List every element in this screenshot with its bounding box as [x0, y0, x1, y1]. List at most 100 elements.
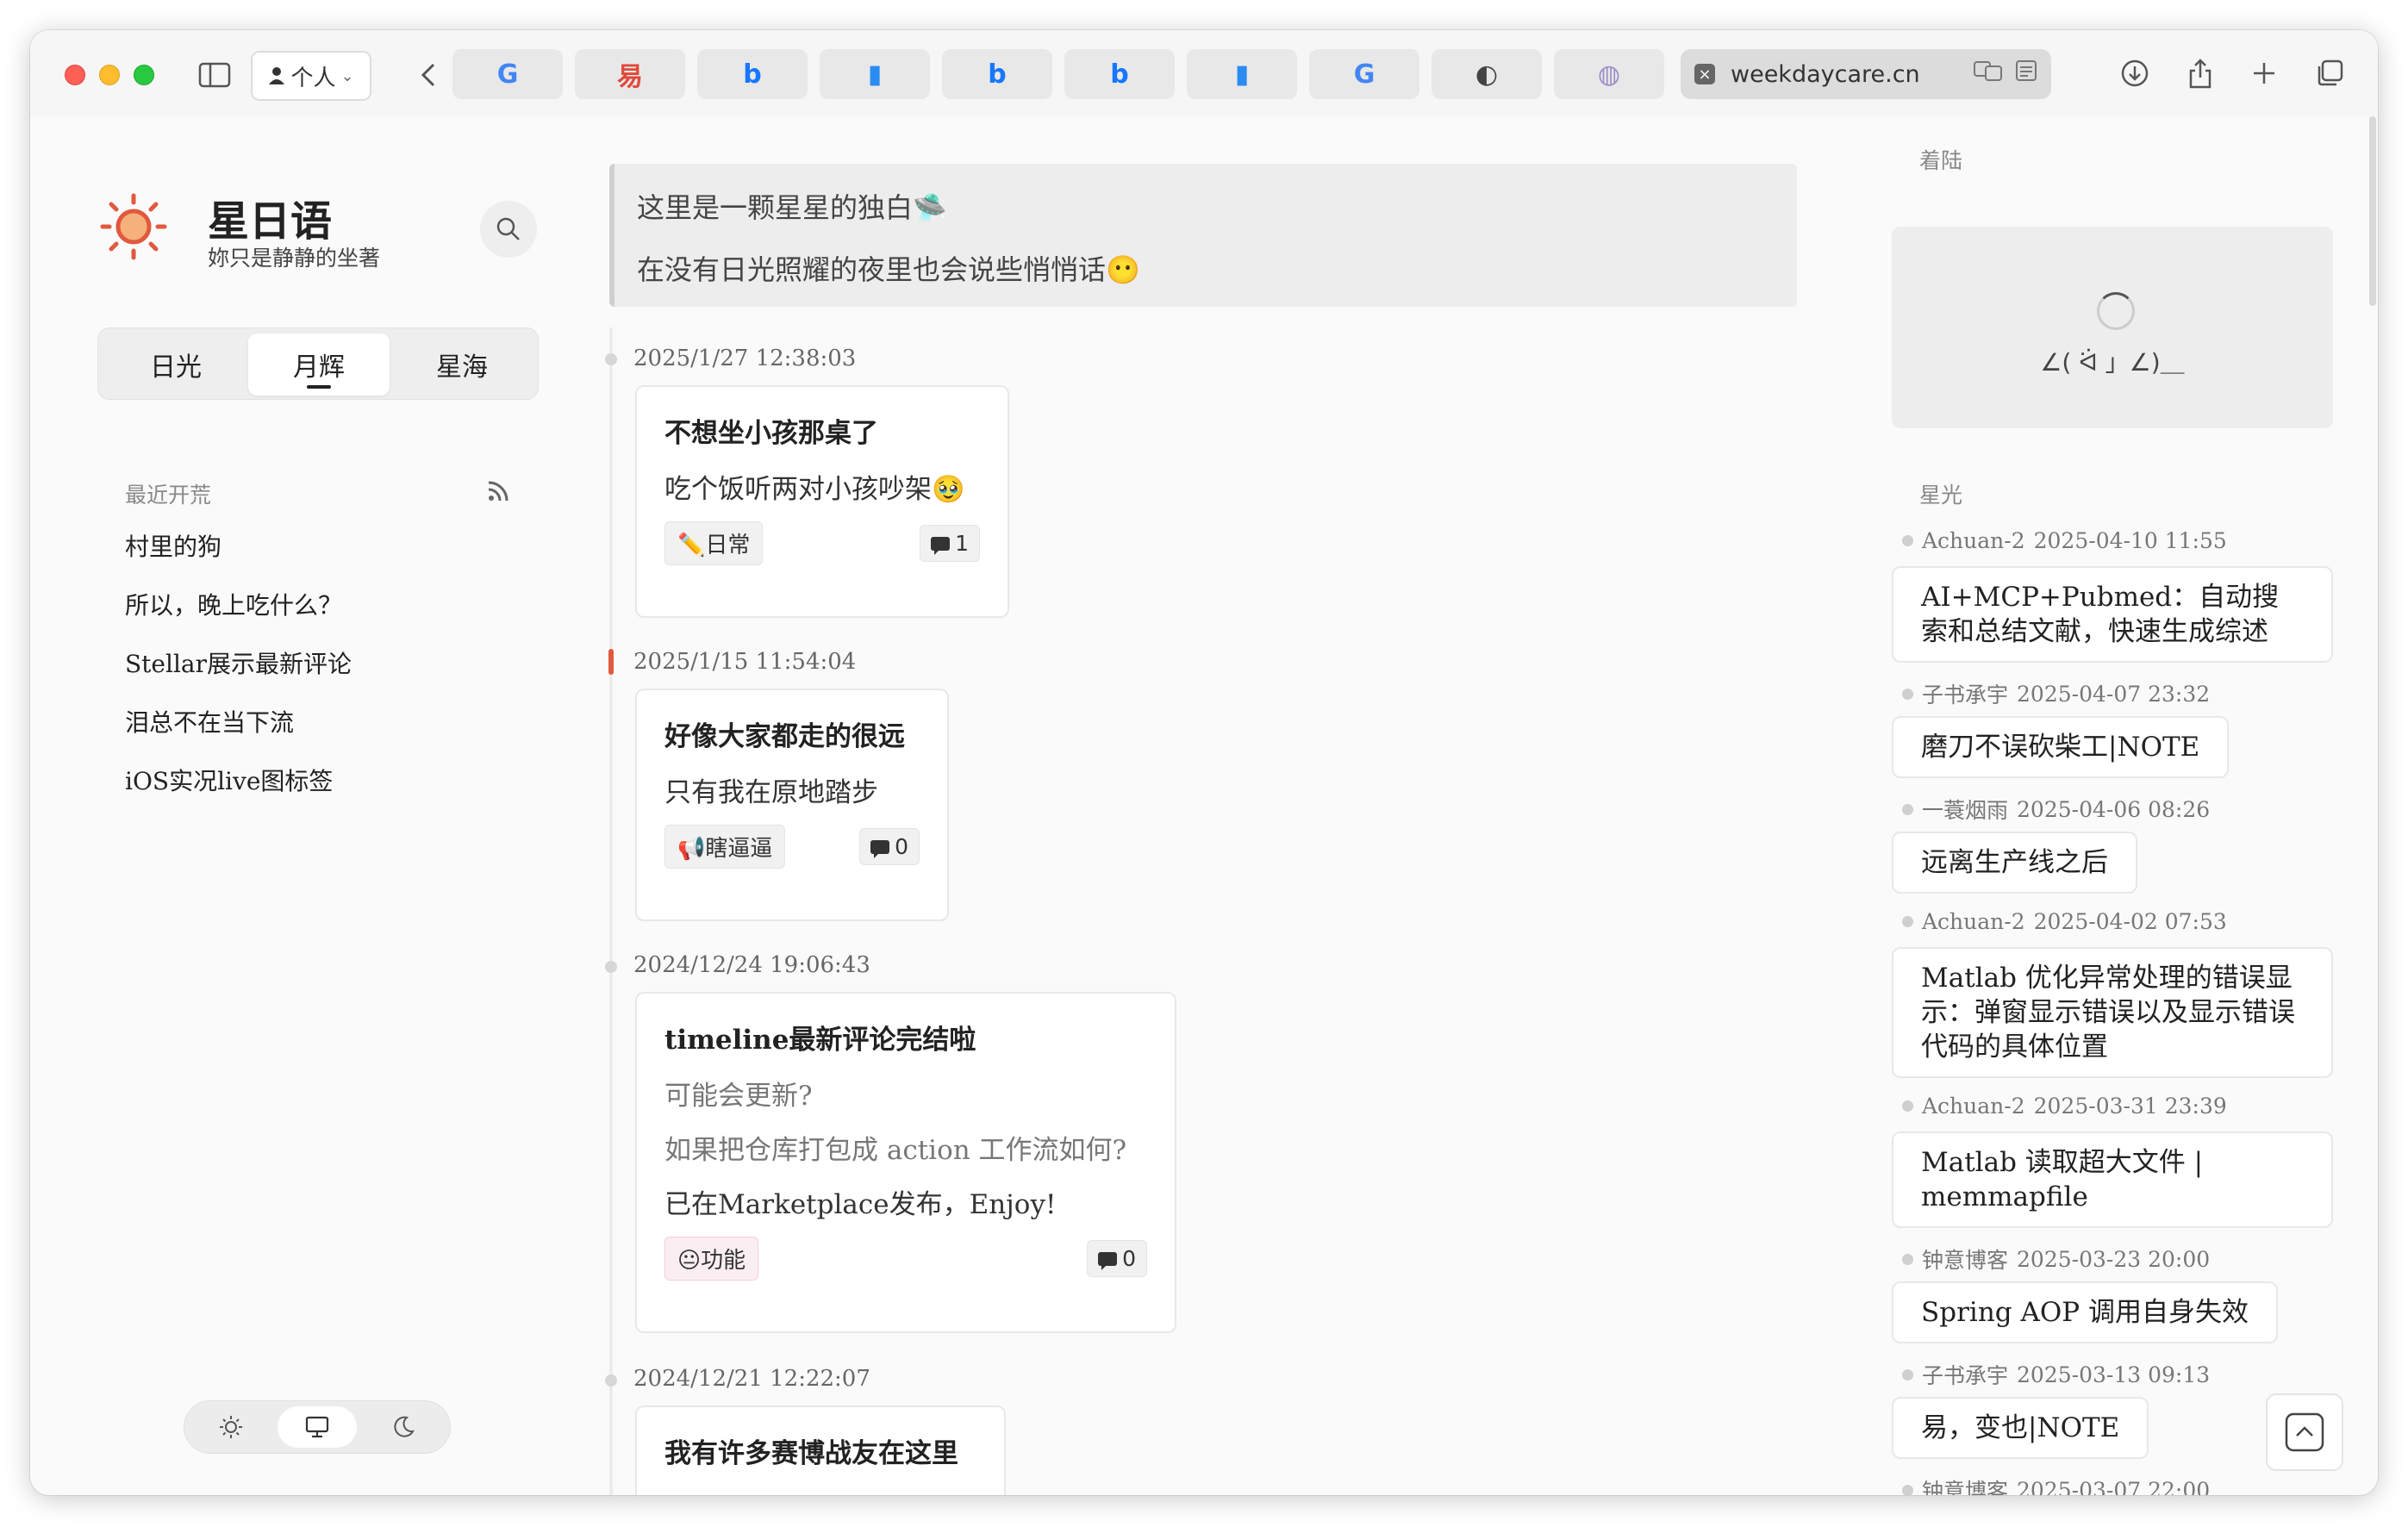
- browser-tab[interactable]: b: [697, 49, 808, 99]
- feed-author[interactable]: 钟意博客: [1922, 1243, 2008, 1275]
- browser-tab[interactable]: b: [942, 49, 1052, 99]
- site-subtitle: 妳只是静静的坐著: [208, 246, 381, 271]
- profile-switcher[interactable]: 个人 ⌄: [251, 51, 371, 101]
- feed-author[interactable]: Achuan-2: [1922, 1094, 2025, 1119]
- post-tag[interactable]: ✏️日常: [664, 521, 764, 565]
- post-title: 我有许多赛博战友在这里: [664, 1438, 958, 1469]
- reader-icon[interactable]: [2015, 59, 2037, 88]
- recent-post-link[interactable]: 所以，晚上吃什么？: [125, 587, 342, 621]
- browser-tab[interactable]: ▮: [1187, 49, 1297, 99]
- feed-author[interactable]: 子书承宇: [1922, 1359, 2008, 1390]
- browser-toolbar: 个人 ⌄ G 易 b ▮ b b ▮ G ◐ ◍ × weekdaycare.cn: [30, 30, 2378, 116]
- comment-count-button[interactable]: 0: [1087, 1240, 1147, 1277]
- banner-line: 这里是一颗星星的独白🛸: [637, 191, 947, 224]
- feed-item[interactable]: 远离生产线之后: [1892, 832, 2137, 894]
- timeline-card[interactable]: 不想坐小孩那桌了 吃个饭听两对小孩吵架🥹 ✏️日常 1: [635, 385, 1009, 618]
- feed-item[interactable]: 易，变也|NOTE: [1892, 1397, 2149, 1459]
- dark-theme-button[interactable]: [364, 1406, 443, 1448]
- feed-item[interactable]: Matlab 优化异常处理的错误显示：弹窗显示错误以及显示错误代码的具体位置: [1892, 947, 2333, 1078]
- share-icon[interactable]: [2181, 54, 2219, 92]
- feed-meta: 钟意博客 2025-03-23 20:00: [1902, 1243, 2210, 1275]
- page-scrollbar[interactable]: [2369, 116, 2376, 306]
- tab-favicon-icon: ◍: [1597, 59, 1621, 90]
- browser-tab[interactable]: ◐: [1432, 49, 1542, 99]
- browser-tab[interactable]: G: [452, 49, 563, 99]
- tab-star-sea[interactable]: 星海: [391, 333, 533, 396]
- light-theme-button[interactable]: [191, 1406, 271, 1448]
- post-line: 如果把仓库打包成 action 工作流如何?: [664, 1135, 1127, 1166]
- tab-favicon-icon: G: [1353, 59, 1376, 90]
- search-button[interactable]: [480, 201, 537, 258]
- tab-sunlight[interactable]: 日光: [105, 333, 246, 396]
- fullscreen-window-button[interactable]: [134, 65, 154, 85]
- downloads-icon[interactable]: [2116, 54, 2154, 92]
- system-theme-button[interactable]: [278, 1406, 357, 1448]
- close-tab-icon[interactable]: ×: [1694, 64, 1715, 84]
- address-bar[interactable]: × weekdaycare.cn: [1681, 49, 2051, 99]
- timeline-dot: [605, 353, 617, 365]
- timeline-card[interactable]: 我有许多赛博战友在这里: [635, 1405, 1006, 1495]
- recent-post-link[interactable]: Stellar展示最新评论: [125, 645, 352, 680]
- browser-tab[interactable]: ▮: [820, 49, 930, 99]
- tab-bar: G 易 b ▮ b b ▮ G ◐ ◍: [452, 49, 1664, 99]
- timeline-card[interactable]: 好像大家都走的很远 只有我在原地踏步 📢瞎逼逼 0: [635, 689, 949, 921]
- close-window-button[interactable]: [65, 65, 85, 85]
- recent-post-link[interactable]: 泪总不在当下流: [125, 704, 294, 739]
- chevron-down-icon: ⌄: [340, 66, 354, 85]
- feed-author[interactable]: 一蓑烟雨: [1922, 794, 2008, 825]
- scroll-to-top-button[interactable]: [2266, 1393, 2343, 1471]
- browser-tab[interactable]: b: [1064, 49, 1175, 99]
- tab-favicon-icon: ▮: [1234, 59, 1250, 90]
- browser-tab[interactable]: ◍: [1554, 49, 1664, 99]
- recent-post-link[interactable]: iOS实况live图标签: [125, 763, 333, 797]
- feed-time: 2025-04-10 11:55: [2033, 528, 2227, 553]
- comment-count: 0: [1122, 1246, 1136, 1271]
- timeline-dot: [605, 961, 617, 973]
- feed-author[interactable]: Achuan-2: [1922, 909, 2025, 934]
- feed-author[interactable]: 子书承宇: [1922, 678, 2008, 709]
- feed-item[interactable]: 磨刀不误砍柴工|NOTE: [1892, 716, 2230, 778]
- feed-item[interactable]: Spring AOP 调用自身失效: [1892, 1281, 2278, 1343]
- tab-favicon-icon: ▮: [867, 59, 883, 90]
- sidebar-toggle-icon[interactable]: [196, 56, 234, 94]
- browser-tab[interactable]: G: [1309, 49, 1419, 99]
- timeline-card[interactable]: timeline最新评论完结啦 可能会更新? 如果把仓库打包成 action 工…: [635, 992, 1176, 1333]
- loading-kaomoji: ∠( ᐛ 」∠)＿: [2040, 348, 2185, 377]
- new-tab-icon[interactable]: [2245, 54, 2283, 92]
- tab-favicon-icon: b: [743, 59, 762, 90]
- sun-logo-icon[interactable]: [99, 192, 168, 261]
- comment-count: 1: [955, 531, 969, 556]
- comment-count-button[interactable]: 0: [859, 828, 920, 865]
- loading-spinner: [2097, 292, 2135, 330]
- tab-moonlight[interactable]: 月辉: [248, 333, 390, 396]
- feed-author[interactable]: Achuan-2: [1922, 528, 2025, 553]
- theme-switch: [184, 1400, 451, 1454]
- tab-favicon-icon: G: [496, 59, 519, 90]
- post-line: 吃个饭听两对小孩吵架🥹: [664, 474, 965, 505]
- post-tag[interactable]: 📢瞎逼逼: [664, 825, 786, 869]
- recent-post-link[interactable]: 村里的狗: [125, 528, 221, 563]
- minimize-window-button[interactable]: [99, 65, 120, 85]
- back-icon[interactable]: [409, 56, 447, 94]
- post-title: 不想坐小孩那桌了: [664, 418, 878, 449]
- post-line: 只有我在原地踏步: [664, 777, 878, 808]
- tab-favicon-icon: 易: [617, 62, 643, 92]
- post-line: 已在Marketplace发布，Enjoy!: [664, 1189, 1057, 1220]
- feed-author[interactable]: 钟意博客: [1922, 1474, 2008, 1495]
- post-date: 2025/1/27 12:38:03: [633, 346, 857, 371]
- comment-count-button[interactable]: 1: [920, 525, 980, 562]
- banner-line: 在没有日光照耀的夜里也会说些悄悄话😶: [637, 253, 1140, 286]
- feed-item[interactable]: AI+MCP+Pubmed：自动搜索和总结文献，快速生成综述: [1892, 566, 2333, 663]
- tab-overview-icon[interactable]: [2311, 54, 2349, 92]
- feed-meta: Achuan-2 2025-04-02 07:53: [1902, 909, 2227, 934]
- feed-time: 2025-03-07 22:00: [2017, 1477, 2211, 1496]
- profile-label: 个人: [290, 65, 336, 91]
- translate-icon[interactable]: [1974, 59, 2003, 88]
- post-tag[interactable]: 😐功能: [664, 1237, 759, 1281]
- post-title: timeline最新评论完结啦: [664, 1025, 976, 1056]
- browser-tab[interactable]: 易: [575, 49, 685, 99]
- feed-item[interactable]: Matlab 读取超大文件 | memmapfile: [1892, 1131, 2333, 1228]
- site-title[interactable]: 星日语: [208, 187, 332, 247]
- feed-meta: 钟意博客 2025-03-07 22:00: [1902, 1474, 2210, 1495]
- rss-icon[interactable]: [485, 478, 511, 504]
